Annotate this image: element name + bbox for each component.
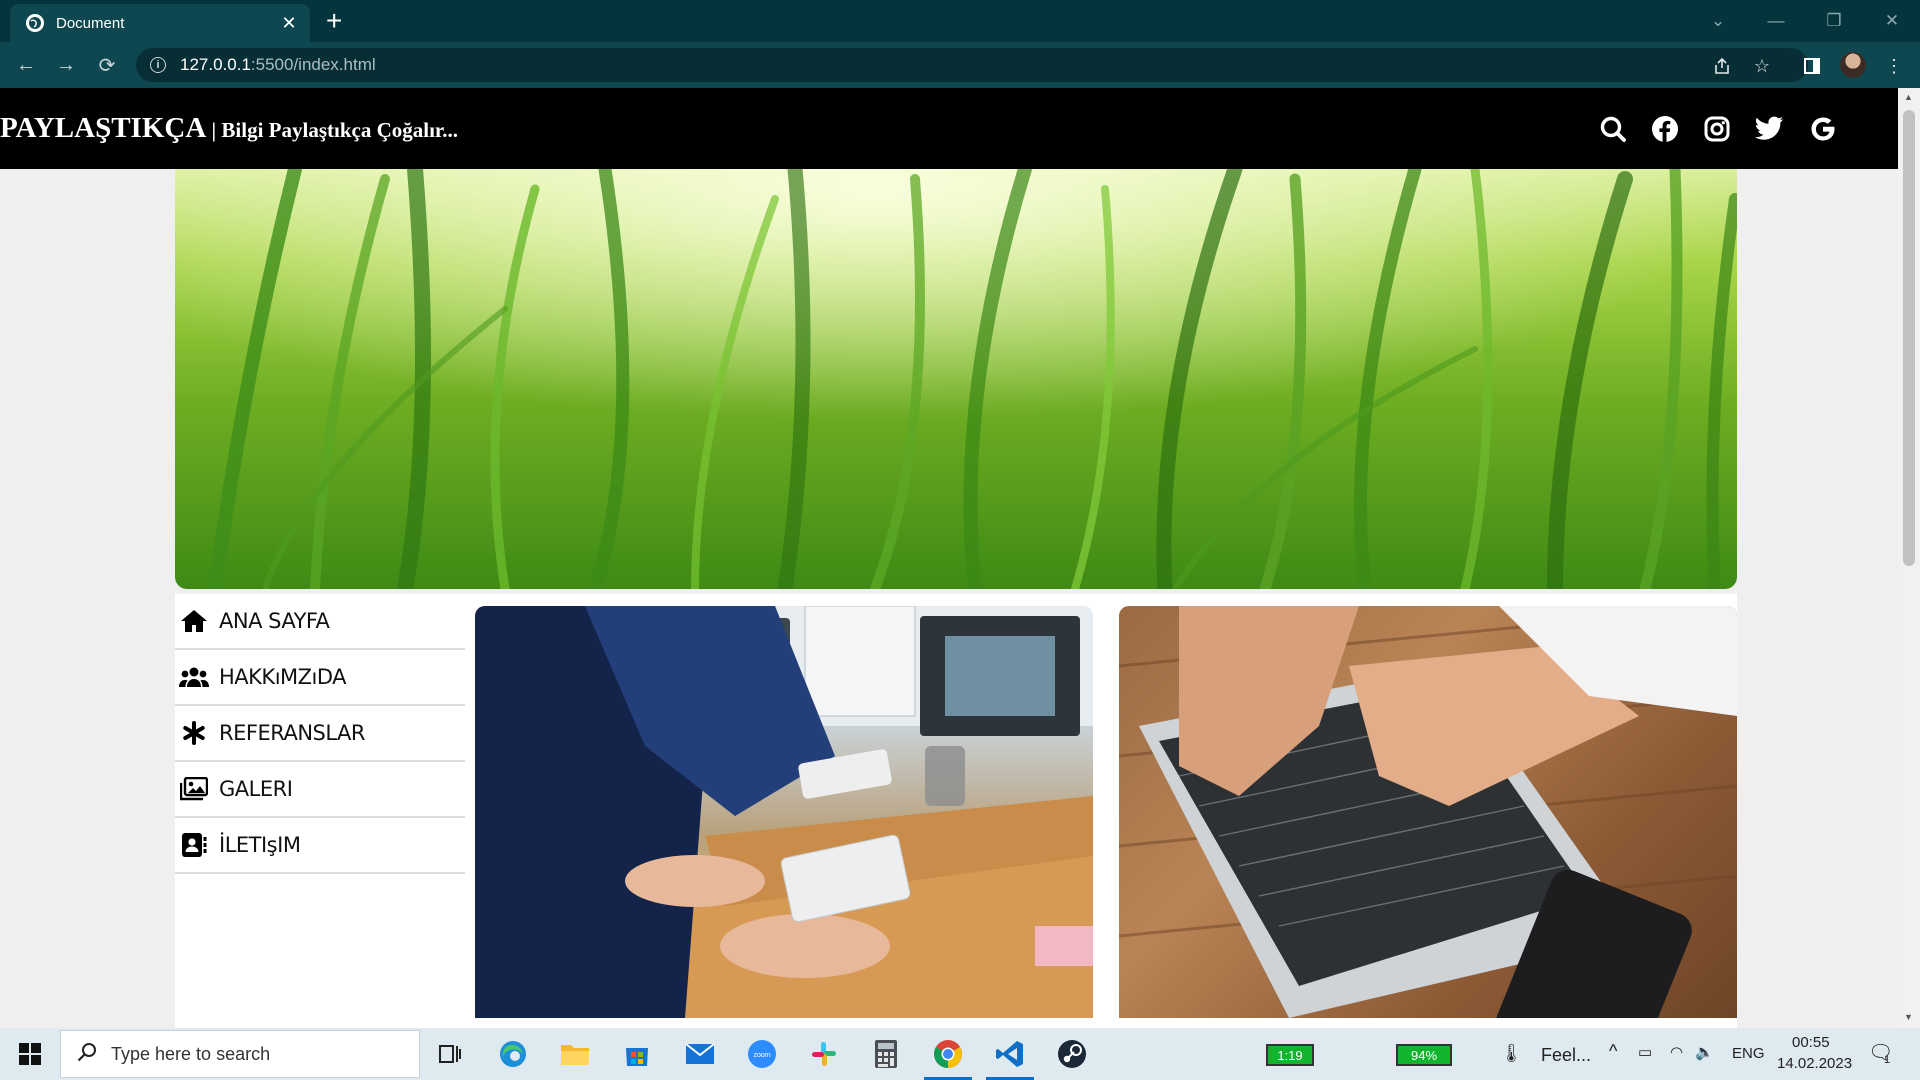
back-arrow-icon[interactable]: ← — [12, 51, 40, 79]
share-icon[interactable] — [1710, 54, 1734, 78]
menu-kebab-icon[interactable]: ⋮ — [1882, 54, 1906, 78]
reload-icon[interactable]: ⟳ — [93, 51, 121, 79]
brand-tagline: | Bilgi Paylaştıkça Çoğalır... — [206, 118, 459, 142]
weather-thermometer-icon[interactable]: 🌡 — [1500, 1043, 1523, 1064]
site-brand[interactable]: PAYLAŞTIKÇA | Bilgi Paylaştıkça Çoğalır.… — [0, 112, 458, 145]
page-scrollbar[interactable]: ▲ ▼ — [1898, 88, 1920, 1028]
laptop-photo — [1119, 606, 1737, 1018]
clock-date[interactable]: 14.02.2023 — [1777, 1055, 1852, 1072]
profile-avatar[interactable] — [1840, 52, 1866, 78]
side-navigation: ANA SAYFA HAKKıMZıDA REFERANSLAR GALERI — [175, 594, 465, 874]
tray-overflow-chevron-icon[interactable]: ^ — [1609, 1041, 1617, 1062]
battery-timer-text: 1:19 — [1277, 1047, 1303, 1063]
microsoft-store-icon[interactable] — [619, 1036, 655, 1072]
mail-icon[interactable] — [682, 1036, 718, 1072]
site-info-icon[interactable]: i — [150, 57, 166, 73]
nav-label: REFERANSLAR — [219, 721, 366, 745]
chrome-icon[interactable] — [924, 1036, 972, 1080]
forward-arrow-icon[interactable]: → — [52, 51, 80, 79]
task-view-icon[interactable] — [432, 1036, 468, 1072]
tab-search-chevron-icon[interactable]: ⌄ — [1690, 0, 1746, 42]
page-viewport: PAYLAŞTIKÇA | Bilgi Paylaştıkça Çoğalır.… — [0, 88, 1898, 1028]
notification-count: 1 — [1884, 1054, 1891, 1066]
facebook-icon[interactable] — [1650, 114, 1680, 144]
steam-icon[interactable] — [1054, 1036, 1090, 1072]
scroll-down-icon[interactable]: ▼ — [1904, 1012, 1913, 1022]
bookmark-star-icon[interactable]: ☆ — [1750, 54, 1774, 78]
scroll-up-icon[interactable]: ▲ — [1904, 92, 1913, 102]
windows-start-icon[interactable] — [0, 1028, 60, 1080]
asterisk-icon — [179, 719, 209, 747]
minimize-button[interactable]: — — [1748, 0, 1804, 42]
taskbar-search-input[interactable]: Type here to search — [60, 1030, 420, 1078]
search-icon[interactable] — [1598, 114, 1628, 144]
vscode-icon[interactable] — [986, 1036, 1034, 1080]
google-icon[interactable] — [1808, 114, 1838, 144]
close-tab-icon[interactable]: ✕ — [278, 13, 300, 34]
zoom-icon[interactable]: zoom — [744, 1036, 780, 1072]
browser-toolbar: ← → ⟳ i 127.0.0.1:5500/index.html ☆ ⋮ — [0, 42, 1920, 88]
slack-icon[interactable] — [806, 1036, 842, 1072]
nav-item-gallery[interactable]: GALERI — [175, 762, 465, 818]
close-window-button[interactable]: ✕ — [1864, 0, 1920, 42]
users-icon — [179, 663, 209, 691]
search-placeholder: Type here to search — [111, 1043, 271, 1064]
browser-tab[interactable]: Document ✕ — [10, 4, 310, 42]
url-path: :5500/index.html — [250, 55, 376, 74]
url-host: 127.0.0.1 — [180, 55, 251, 74]
restore-button[interactable]: ❐ — [1806, 0, 1862, 42]
nav-item-home[interactable]: ANA SAYFA — [175, 594, 465, 650]
language-indicator[interactable]: ENG — [1732, 1045, 1765, 1062]
browser-tab-strip: Document ✕ + ⌄ — ❐ ✕ — [0, 0, 1920, 42]
search-icon — [77, 1042, 97, 1067]
nav-label: HAKKıMZıDA — [219, 665, 347, 689]
hero-grass-image — [175, 169, 1737, 589]
nav-label: ANA SAYFA — [219, 609, 330, 633]
wifi-icon[interactable]: ◠ — [1670, 1043, 1683, 1061]
gallery-icon — [179, 775, 209, 803]
scrollbar-thumb[interactable] — [1903, 110, 1915, 566]
new-tab-button[interactable]: + — [326, 6, 342, 36]
battery-percent-text: 94% — [1410, 1047, 1438, 1063]
nav-item-references[interactable]: REFERANSLAR — [175, 706, 465, 762]
side-panel-icon[interactable] — [1800, 54, 1824, 78]
file-explorer-icon[interactable] — [557, 1036, 593, 1072]
office-photo — [475, 606, 1093, 1018]
clock-time[interactable]: 00:55 — [1792, 1034, 1830, 1051]
tab-title: Document — [56, 14, 125, 32]
brand-name: PAYLAŞTIKÇA — [0, 112, 207, 144]
globe-icon — [26, 14, 44, 32]
content-section: ANA SAYFA HAKKıMZıDA REFERANSLAR GALERI — [175, 594, 1737, 1028]
nav-item-contact[interactable]: İLETIşIM — [175, 818, 465, 874]
twitter-icon[interactable] — [1754, 114, 1784, 144]
site-header: PAYLAŞTIKÇA | Bilgi Paylaştıkça Çoğalır.… — [0, 88, 1898, 169]
calculator-icon[interactable] — [868, 1036, 904, 1072]
battery-timer-badge[interactable]: 1:19 — [1266, 1044, 1314, 1066]
volume-icon[interactable]: 🔈 — [1695, 1043, 1714, 1061]
edge-browser-icon[interactable] — [495, 1036, 531, 1072]
home-icon — [179, 607, 209, 635]
contact-icon — [179, 831, 209, 859]
weather-text[interactable]: Feel... — [1541, 1045, 1591, 1066]
windows-taskbar: Type here to search zoom 1:19 94% 🌡 Feel… — [0, 1028, 1920, 1080]
instagram-icon[interactable] — [1702, 114, 1732, 144]
nav-label: İLETIşIM — [219, 833, 301, 857]
battery-icon[interactable]: ▭ — [1638, 1043, 1652, 1061]
address-bar[interactable]: i 127.0.0.1:5500/index.html — [136, 48, 1808, 82]
battery-percent-badge[interactable]: 94% — [1396, 1044, 1452, 1066]
nav-label: GALERI — [219, 777, 293, 801]
nav-item-about[interactable]: HAKKıMZıDA — [175, 650, 465, 706]
svg-text:zoom: zoom — [753, 1052, 770, 1059]
